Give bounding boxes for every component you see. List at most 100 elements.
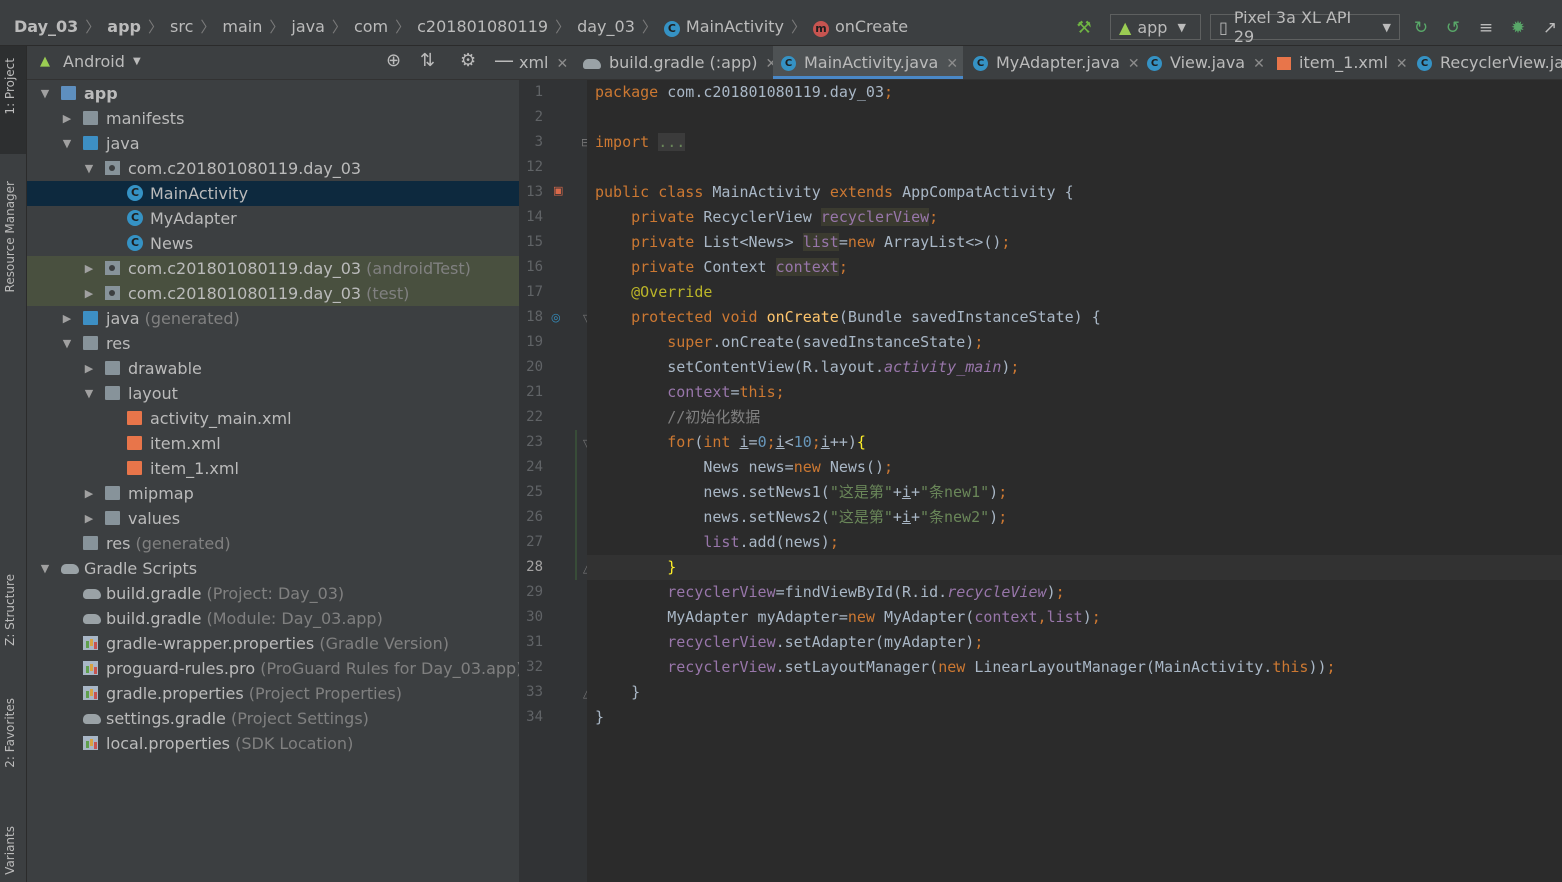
tree-item[interactable]: ▶ values [27,506,519,531]
tree-item[interactable]: item.xml [27,431,519,456]
locate-target-icon[interactable]: ⊕ [386,50,401,71]
tree-item[interactable]: res (generated) [27,531,519,556]
expand-right-icon[interactable]: ▶ [83,506,95,531]
code-line: MyAdapter myAdapter=new MyAdapter(contex… [595,608,1101,626]
package-icon [105,261,120,275]
device-select[interactable]: ▯ Pixel 3a XL API 29 ▼ [1210,8,1400,46]
chevron-down-icon[interactable]: ▼ [133,56,141,67]
editor-tab[interactable]: C View.java ✕ [1139,46,1267,79]
tree-item[interactable]: activity_main.xml [27,406,519,431]
apply-changes-icon[interactable]: ↻ [1411,18,1431,38]
expand-right-icon[interactable]: ▶ [83,356,95,381]
tree-item[interactable]: ▼ layout [27,381,519,406]
editor-tab[interactable]: xml ✕ [519,46,573,79]
tree-item[interactable]: ▼ java [27,131,519,156]
close-icon[interactable]: ✕ [1128,56,1140,72]
tree-item[interactable]: ▶ com.c201801080119.day_03 (androidTest) [27,256,519,281]
apply-code-changes-icon[interactable]: ↺ [1443,18,1463,38]
breadcrumb-item[interactable]: app [107,17,141,36]
tree-item[interactable]: proguard-rules.pro (ProGuard Rules for D… [27,656,522,681]
line-number: 34 [526,709,543,725]
xml-file-icon [127,461,142,475]
tree-item[interactable]: settings.gradle (Project Settings) [27,706,519,731]
tree-item[interactable]: ▶ manifests [27,106,519,131]
breadcrumb-item[interactable]: java [291,17,325,36]
tree-item[interactable]: ▶ drawable [27,356,519,381]
expand-down-icon[interactable]: ▼ [39,81,51,106]
editor-tab[interactable]: C MyAdapter.java ✕ [965,46,1140,79]
editor-tab[interactable]: C RecyclerView.jav [1409,46,1562,79]
attach-debugger-icon[interactable]: ↗ [1540,18,1560,38]
tree-item[interactable]: C News [27,231,519,256]
debug-bug-icon[interactable]: ✹ [1508,18,1528,38]
breadcrumb-item[interactable]: day_03 [577,17,635,36]
tree-item-name: proguard-rules.pro [106,659,256,678]
breadcrumb-label: c201801080119 [417,17,549,36]
structure-tool-tab[interactable]: Z: Structure [3,574,17,646]
tree-item[interactable]: gradle.properties (Project Properties) [27,681,519,706]
gear-icon[interactable]: ⚙ [460,50,476,71]
tree-item-name: com.c201801080119.day_03 [128,259,362,278]
expand-right-icon[interactable]: ▶ [61,106,73,131]
run-config-select[interactable]: ▲ app ▼ [1110,14,1201,40]
tree-item[interactable]: C MainActivity [27,181,519,206]
tree-item[interactable]: ▼ Gradle Scripts [27,556,519,581]
chevron-right-icon: 〉 [555,18,571,36]
tree-item[interactable]: ▼ res [27,331,519,356]
build-hammer-icon[interactable]: ⚒ [1074,18,1094,38]
hide-panel-icon[interactable]: — [494,48,514,72]
tree-item-label: app [84,81,118,106]
expand-right-icon[interactable]: ▶ [83,256,95,281]
code-editor[interactable]: package com.c201801080119.day_03; import … [575,80,1562,882]
breadcrumb-item[interactable]: src [170,17,193,36]
breadcrumb-item[interactable]: Day_03 [14,17,78,36]
expand-right-icon[interactable]: ▶ [61,306,73,331]
close-icon[interactable]: ✕ [1396,56,1408,72]
tree-item[interactable]: build.gradle (Project: Day_03) [27,581,519,606]
editor-tab[interactable]: item_1.xml ✕ [1269,46,1408,79]
tree-item[interactable]: build.gradle (Module: Day_03.app) [27,606,519,631]
code-line: recyclerView.setAdapter(myAdapter); [667,633,984,651]
expand-down-icon[interactable]: ▼ [61,331,73,356]
collapse-all-icon[interactable]: ⇅ [420,50,435,71]
expand-down-icon[interactable]: ▼ [61,131,73,156]
breadcrumb-item[interactable]: main [222,17,262,36]
tree-item[interactable]: ▶ com.c201801080119.day_03 (test) [27,281,519,306]
editor-tab[interactable]: build.gradle (:app) ✕ [575,46,777,79]
close-icon[interactable]: ✕ [946,56,958,72]
tree-item[interactable]: gradle-wrapper.properties (Gradle Versio… [27,631,519,656]
favorites-tool-tab[interactable]: 2: Favorites [3,698,17,768]
resource-manager-tool-tab[interactable]: Resource Manager [3,181,17,292]
editor-tab[interactable]: C MainActivity.java ✕ [773,46,963,79]
tree-item-name: local.properties [106,734,231,753]
breadcrumb-item[interactable]: c201801080119 [417,17,548,36]
expand-right-icon[interactable]: ▶ [83,481,95,506]
breadcrumb-item[interactable]: com [354,17,388,36]
build-variants-tool-tab[interactable]: Variants [3,826,17,875]
tree-item[interactable]: C MyAdapter [27,206,519,231]
close-icon[interactable]: ✕ [1253,56,1265,72]
expand-down-icon[interactable]: ▼ [39,556,51,581]
run-list-icon[interactable]: ≡ [1476,18,1496,38]
project-view-mode[interactable]: Android [63,52,125,71]
android-activity-icon[interactable]: ▣ [553,184,563,197]
properties-file-icon [83,636,98,650]
close-icon[interactable]: ✕ [557,56,569,72]
tree-item[interactable]: ▼ com.c201801080119.day_03 [27,156,519,181]
tree-item[interactable]: ▶ mipmap [27,481,519,506]
line-number: 15 [526,234,543,250]
expand-down-icon[interactable]: ▼ [83,381,95,406]
expand-down-icon[interactable]: ▼ [83,156,95,181]
tree-item[interactable]: local.properties (SDK Location) [27,731,519,756]
tree-item[interactable]: ▶ java (generated) [27,306,519,331]
project-tool-tab[interactable]: 1: Project [3,58,17,115]
override-method-icon[interactable]: ◎ [551,311,561,324]
tree-item[interactable]: ▼ app [27,81,519,106]
expand-right-icon[interactable]: ▶ [83,281,95,306]
breadcrumb-item[interactable]: C MainActivity [663,17,784,37]
tree-item[interactable]: item_1.xml [27,456,519,481]
tree-item-label: item.xml [150,431,221,456]
code-line: protected void onCreate(Bundle savedInst… [631,308,1101,326]
breadcrumb-item[interactable]: m onCreate [812,17,908,37]
tree-item-name: gradle-wrapper.properties [106,634,315,653]
